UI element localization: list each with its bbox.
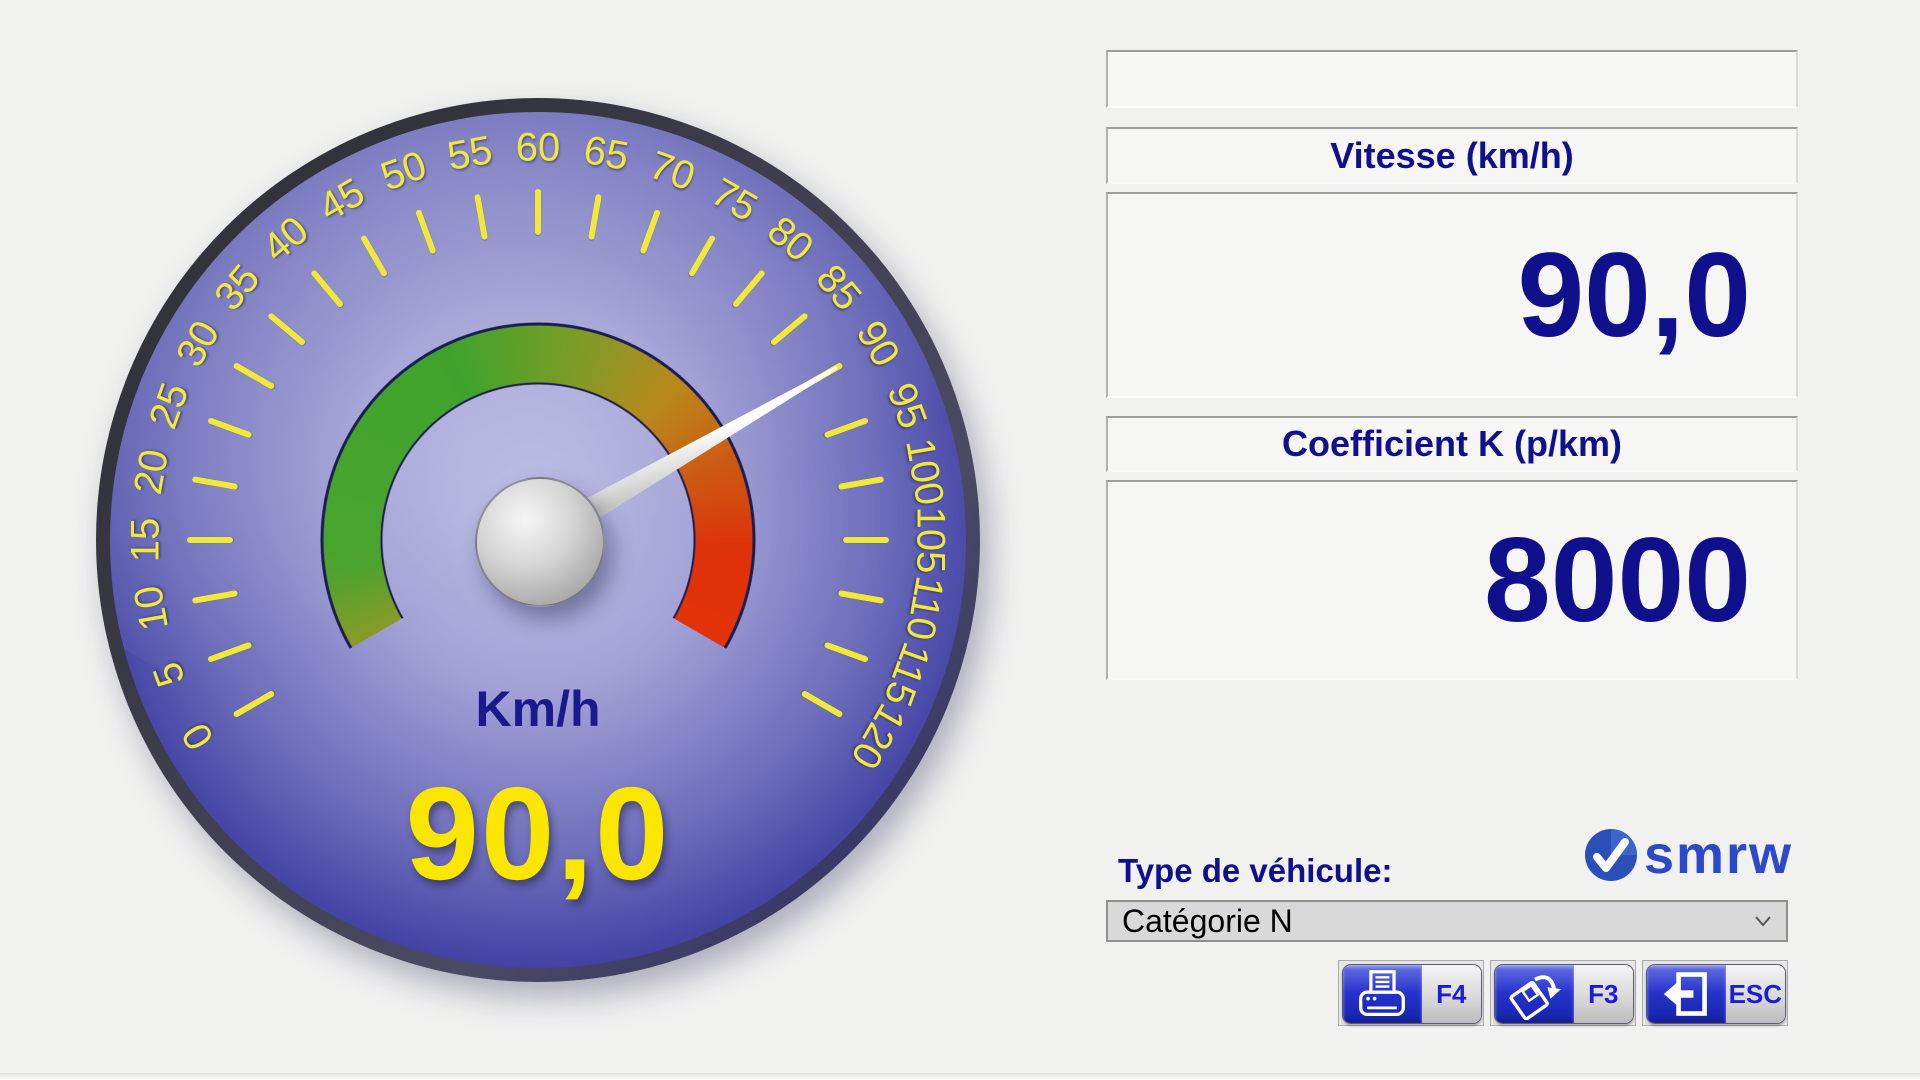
dial-tick bbox=[535, 189, 541, 235]
vehicle-type-label: Type de véhicule: bbox=[1118, 852, 1392, 890]
exit-button[interactable]: ESC bbox=[1642, 960, 1788, 1026]
save-media-icon bbox=[1495, 965, 1574, 1023]
print-button[interactable]: F4 bbox=[1338, 960, 1484, 1026]
gauge-hub bbox=[475, 477, 605, 607]
plate-field[interactable] bbox=[1106, 50, 1798, 108]
dial-tick bbox=[843, 537, 889, 543]
vehicle-type-select[interactable]: Catégorie N bbox=[1106, 900, 1788, 942]
exit-button-key: ESC bbox=[1726, 965, 1785, 1023]
gauge-value-text: 90,0 bbox=[238, 758, 838, 909]
dial-tick-label: 55 bbox=[444, 128, 496, 180]
save-media-button-key: F3 bbox=[1574, 965, 1633, 1023]
dial-tick-label: 10 bbox=[126, 582, 178, 634]
coefficient-header: Coefficient K (p/km) bbox=[1106, 416, 1798, 472]
dial-tick bbox=[187, 537, 233, 543]
chevron-down-icon bbox=[1754, 915, 1772, 927]
printer-icon bbox=[1343, 965, 1422, 1023]
dial-tick-label: 60 bbox=[516, 126, 561, 171]
speed-value: 90,0 bbox=[1106, 192, 1798, 398]
dial-tick-label: 105 bbox=[908, 507, 953, 574]
smrw-logo-check-icon bbox=[1584, 828, 1638, 882]
action-buttons: F4 F3 bbox=[1338, 960, 1788, 1026]
app-window: 0510152025303540455055606570758085909510… bbox=[0, 0, 1920, 1080]
gauge-unit-label: Km/h bbox=[338, 680, 738, 738]
print-button-key: F4 bbox=[1422, 965, 1481, 1023]
smrw-logo-text: smrw bbox=[1644, 828, 1793, 882]
vehicle-type-selected: Catégorie N bbox=[1122, 903, 1293, 940]
save-media-button[interactable]: F3 bbox=[1490, 960, 1636, 1026]
coefficient-value: 8000 bbox=[1106, 480, 1798, 680]
dial-tick-label: 65 bbox=[580, 128, 632, 180]
dial-tick-label: 15 bbox=[124, 518, 169, 563]
exit-icon bbox=[1647, 965, 1726, 1023]
speed-header: Vitesse (km/h) bbox=[1106, 127, 1798, 184]
window-bottom-edge bbox=[0, 1073, 1920, 1080]
smrw-logo: smrw bbox=[1584, 826, 1798, 884]
dial-tick-label: 20 bbox=[126, 446, 178, 498]
